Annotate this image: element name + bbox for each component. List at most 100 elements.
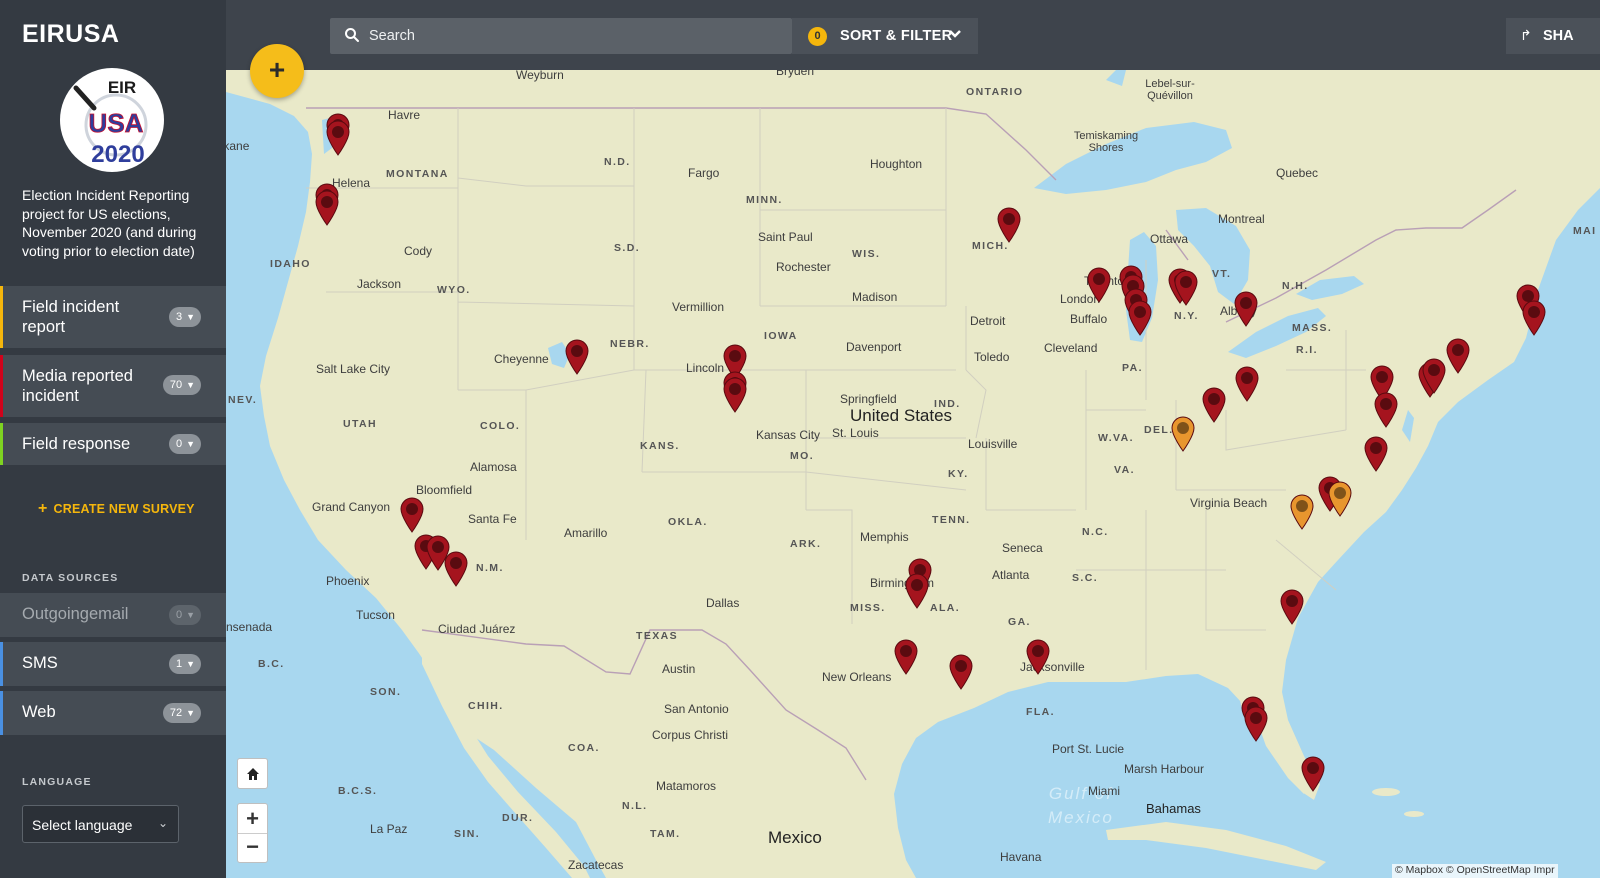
state-label: N.C. (1082, 526, 1109, 538)
media-incident-marker[interactable] (1445, 338, 1471, 374)
state-label: B.C.S. (338, 785, 378, 797)
place-label: Amarillo (564, 526, 608, 540)
place-label: Temiskaming Shores (1073, 130, 1139, 154)
place-label: Grand Canyon (312, 500, 391, 514)
survey-label: Field response (22, 435, 131, 453)
media-incident-marker[interactable] (996, 207, 1022, 243)
count-value: 1 (175, 658, 183, 670)
place-label: Miami (1088, 784, 1120, 798)
count-value: 3 (175, 311, 183, 323)
survey-count-toggle[interactable]: 70 ▼ (162, 375, 201, 395)
map-home-button[interactable] (237, 758, 268, 789)
state-label: IOWA (764, 330, 798, 342)
place-label: Buffalo (1070, 312, 1108, 326)
place-label: Kansas City (756, 428, 821, 442)
place-label: Port St. Lucie (1052, 742, 1125, 756)
survey-field-response[interactable]: Field response 0 ▼ (0, 423, 226, 465)
app-brand[interactable]: EIRUSA (22, 20, 119, 49)
state-label: ARK. (790, 538, 822, 550)
count-value: 72 (169, 707, 183, 719)
map-attribution[interactable]: © Mapbox © OpenStreetMap Impr (1392, 864, 1558, 878)
project-description: Election Incident Reporting project for … (22, 187, 197, 259)
place-label: Seneca (1002, 541, 1043, 555)
media-incident-marker[interactable] (1279, 589, 1305, 625)
state-label: MINN. (746, 194, 783, 206)
place-label: Toledo (974, 350, 1010, 364)
media-incident-marker[interactable] (1373, 392, 1399, 428)
state-label: N.M. (476, 562, 504, 574)
media-incident-marker[interactable] (1243, 706, 1269, 742)
media-incident-marker[interactable] (314, 190, 340, 226)
chevron-down-icon: ▼ (186, 659, 195, 669)
source-sms[interactable]: SMS 1 ▼ (0, 642, 226, 686)
media-incident-marker[interactable] (904, 573, 930, 609)
zoom-in-button[interactable]: + (238, 804, 267, 834)
add-report-button[interactable]: + (250, 44, 304, 98)
media-incident-marker[interactable] (1127, 300, 1153, 336)
search-input[interactable]: Search (330, 18, 792, 54)
media-incident-marker[interactable] (1233, 291, 1259, 327)
home-icon (246, 768, 259, 780)
media-incident-marker[interactable] (1421, 358, 1447, 394)
media-incident-marker[interactable] (325, 120, 351, 156)
share-button[interactable]: ↱ SHA (1506, 18, 1600, 54)
media-incident-marker[interactable] (1025, 639, 1051, 675)
source-label: Outgoingemail (22, 605, 129, 623)
field-incident-marker[interactable] (1170, 416, 1196, 452)
create-new-survey-link[interactable]: + CREATE NEW SURVEY (38, 500, 195, 518)
media-incident-marker[interactable] (443, 551, 469, 587)
field-incident-marker[interactable] (1327, 481, 1353, 517)
media-incident-marker[interactable] (1086, 267, 1112, 303)
count-value: 70 (169, 379, 183, 391)
survey-label: Media reported incident (22, 367, 133, 405)
state-label: IDAHO (270, 258, 311, 270)
media-incident-marker[interactable] (948, 654, 974, 690)
place-label: Quebec (1276, 166, 1319, 180)
survey-field-incident-report[interactable]: Field incident report 3 ▼ (0, 286, 226, 348)
source-label: SMS (22, 654, 58, 672)
place-label: St. Louis (832, 426, 879, 440)
media-incident-marker[interactable] (564, 339, 590, 375)
chevron-down-icon: ⌄ (157, 816, 168, 830)
source-web[interactable]: Web 72 ▼ (0, 691, 226, 735)
state-label: TENN. (932, 514, 971, 526)
language-select[interactable]: Select language ⌄ (22, 805, 179, 843)
source-count-toggle[interactable]: 0 ▼ (168, 605, 201, 625)
survey-count-toggle[interactable]: 0 ▼ (168, 434, 201, 454)
media-incident-marker[interactable] (722, 377, 748, 413)
zoom-out-button[interactable]: − (238, 834, 267, 862)
place-label: La Paz (370, 822, 408, 836)
state-label: MAI (1573, 225, 1597, 237)
chevron-down-icon: ▼ (186, 439, 195, 449)
media-incident-marker[interactable] (893, 639, 919, 675)
place-label: Virginia Beach (1190, 496, 1268, 510)
place-label: New Orleans (822, 670, 892, 684)
media-incident-marker[interactable] (399, 497, 425, 533)
source-count-toggle[interactable]: 72 ▼ (162, 703, 201, 723)
place-label: Austin (662, 662, 696, 676)
place-label: Houghton (870, 157, 923, 171)
media-incident-marker[interactable] (1300, 756, 1326, 792)
place-label: Zacatecas (568, 858, 624, 872)
place-label: Bahamas (1146, 801, 1201, 816)
data-sources-heading: DATA SOURCES (22, 572, 119, 584)
media-incident-marker[interactable] (1363, 436, 1389, 472)
sort-filter-button[interactable]: 0 SORT & FILTER (792, 18, 978, 54)
chevron-down-icon: ▼ (186, 312, 195, 322)
media-incident-marker[interactable] (1173, 270, 1199, 306)
share-label: SHA (1543, 28, 1574, 44)
survey-media-reported-incident[interactable]: Media reported incident 70 ▼ (0, 355, 226, 417)
page-bottom-strip (0, 878, 1600, 896)
source-count-toggle[interactable]: 1 ▼ (168, 654, 201, 674)
share-icon: ↱ (1520, 27, 1532, 43)
media-incident-marker[interactable] (1521, 300, 1547, 336)
place-label: Havana (1000, 850, 1042, 864)
state-label: VT. (1212, 268, 1232, 280)
survey-count-toggle[interactable]: 3 ▼ (168, 307, 201, 327)
source-outgoingemail[interactable]: Outgoingemail 0 ▼ (0, 593, 226, 637)
field-incident-marker[interactable] (1289, 494, 1315, 530)
state-label: MONTANA (386, 168, 449, 180)
media-incident-marker[interactable] (1234, 366, 1260, 402)
media-incident-marker[interactable] (1201, 387, 1227, 423)
incident-map[interactable]: United States Mexico Gulf of Mexico WASH… (226, 70, 1600, 878)
